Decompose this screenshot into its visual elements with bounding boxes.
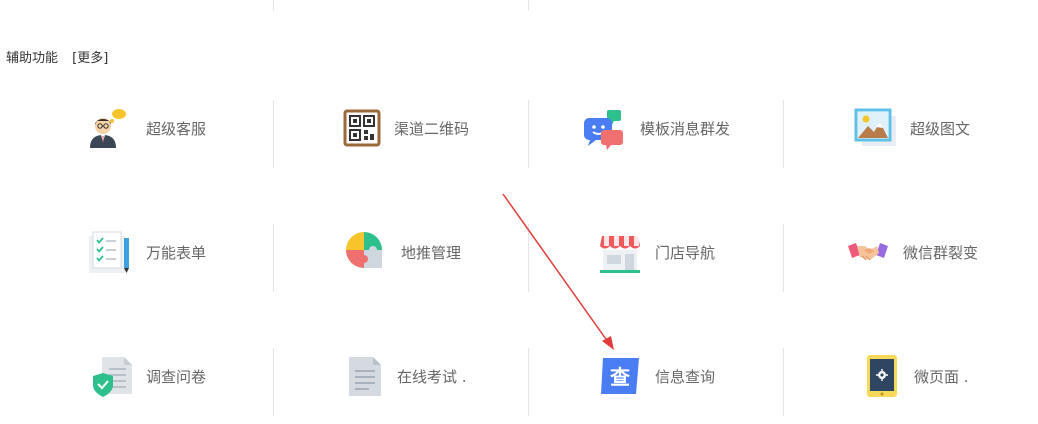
tile-label: 调查问卷 (146, 367, 207, 386)
feature-grid: 超级客服 渠道二维码 模板消息群发 超级图文 万能表单 地推管理 门店导航 微信… (0, 0, 1038, 424)
tile-super-picture-article[interactable]: 超级图文 (854, 94, 970, 162)
tile-information-query[interactable]: 查 信息查询 (598, 342, 715, 410)
tile-label: 门店导航 (655, 243, 716, 262)
tile-label: 万能表单 (146, 243, 207, 262)
divider (273, 348, 274, 416)
message-chat-icon (582, 106, 626, 150)
tile-label: 微页面 . (914, 367, 969, 386)
tile-channel-qr-code[interactable]: 渠道二维码 (340, 94, 469, 162)
survey-shield-icon (90, 354, 134, 398)
query-icon: 查 (598, 354, 642, 398)
puzzle-icon (344, 230, 388, 274)
tile-label: 超级图文 (910, 119, 971, 138)
tile-store-navigation[interactable]: 门店导航 (598, 218, 715, 286)
tile-label: 地推管理 (401, 243, 462, 262)
exam-document-icon (343, 354, 387, 398)
tile-ground-promotion-management[interactable]: 地推管理 (344, 218, 461, 286)
divider (528, 100, 529, 168)
customer-service-icon (84, 106, 128, 150)
tile-template-message-broadcast[interactable]: 模板消息群发 (582, 94, 730, 162)
tile-universal-form[interactable]: 万能表单 (88, 218, 206, 286)
form-checklist-icon (88, 230, 132, 274)
divider (783, 100, 784, 168)
store-icon (598, 230, 642, 274)
divider (528, 224, 529, 292)
picture-article-icon (854, 106, 898, 150)
divider (783, 348, 784, 416)
divider (273, 100, 274, 168)
tile-label: 信息查询 (655, 367, 716, 386)
qr-code-icon (340, 106, 384, 150)
handshake-icon (846, 230, 890, 274)
divider (528, 348, 529, 416)
tile-survey-questionnaire[interactable]: 调查问卷 (90, 342, 206, 410)
tile-label: 超级客服 (146, 119, 207, 138)
tile-label: 微信群裂变 (903, 243, 979, 262)
divider (273, 224, 274, 292)
tile-online-exam[interactable]: 在线考试 . (343, 342, 467, 410)
tile-label: 在线考试 . (397, 367, 467, 386)
tile-label: 渠道二维码 (394, 119, 470, 138)
tile-label: 模板消息群发 (640, 119, 731, 138)
tile-super-customer-service[interactable]: 超级客服 (84, 94, 206, 162)
query-icon-glyph: 查 (610, 365, 630, 389)
divider (783, 224, 784, 292)
phone-page-icon (860, 354, 904, 398)
tile-micro-page[interactable]: 微页面 . (860, 342, 969, 410)
tile-wechat-group-fission[interactable]: 微信群裂变 (846, 218, 978, 286)
